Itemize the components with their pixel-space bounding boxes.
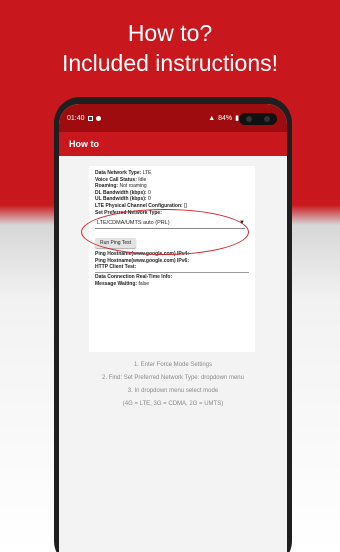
voice-call-row: Voice Call Status: Idle [95,176,147,183]
network-info-panel: Data Network Type: LTE Voice Call Status… [89,166,255,352]
app-bar: How to [59,132,287,156]
instructions-text: 1. Enter Force Mode Settings 2. Find: Se… [59,359,287,411]
gallery-icon [87,115,93,121]
battery-level: 84% [218,114,233,122]
app-bar-title: How to [69,139,99,149]
status-time: 01:40 [67,114,85,122]
notification-dot-icon [95,115,101,121]
instruction-step-3: 3. In dropdown menu select mode [127,388,219,394]
ul-bandwidth-row: UL Bandwidth (kbps): 0 [95,196,151,203]
highlight-oval [81,209,249,255]
divider [95,271,249,273]
message-waiting-row: Message Waiting: false [95,280,149,287]
promo-headline: How to? Included instructions! [0,18,340,78]
dl-bandwidth-row: DL Bandwidth (kbps): 0 [95,189,151,196]
instruction-step-4: (4G = LTE, 3G = CDMA, 2G = UMTS) [122,401,224,407]
signal-icon: ▲ [208,114,216,122]
phone-frame: 01:40 ▲ 84% ▮ How to Data Network Type: … [54,97,292,552]
front-camera-icon [239,113,277,125]
instruction-step-2: 2. Find: Set Preferred Network Type: dro… [102,375,244,381]
headline-line-2: Included instructions! [61,50,279,76]
realtime-info-row: Data Connection Real-Time Info: [95,273,173,280]
headline-line-1: How to? [127,20,213,46]
roaming-row: Roaming: Not roaming [95,183,147,190]
data-network-row: Data Network Type: LTE [95,170,152,176]
phone-screen: 01:40 ▲ 84% ▮ How to Data Network Type: … [59,104,287,552]
http-client-row: HTTP Client Test: [95,264,137,271]
ping-ipv6-row: Ping Hostname(www.google.com) IPv6: [95,257,189,264]
instruction-step-1: 1. Enter Force Mode Settings [133,362,213,368]
